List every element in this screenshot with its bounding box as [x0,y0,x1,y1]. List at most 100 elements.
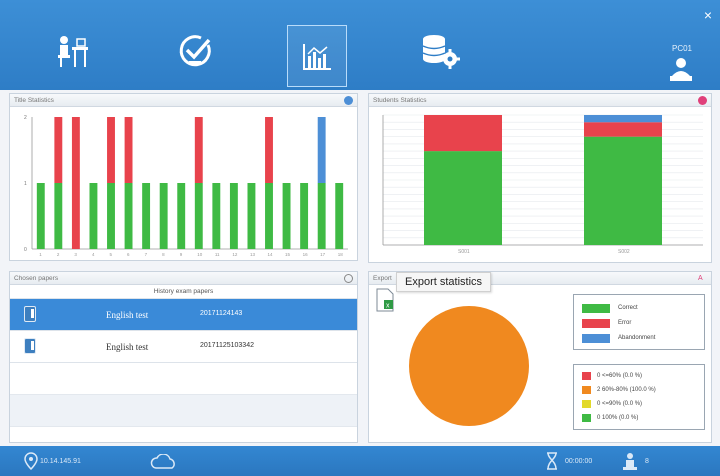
legend-label: Correct [618,305,638,311]
bar-segment [194,183,203,249]
students-statistics-chart: S001 S002 [382,114,703,255]
document-icon [24,306,36,322]
panel-header: Title Statistics [10,94,357,107]
x-tick-label: 12 [232,252,238,257]
x-tick-label: 11 [215,252,220,257]
bar-segment [265,117,273,183]
bar-segment [54,117,63,183]
status-bar: 10.14.145.91 00:00:00 8 [0,446,720,476]
panel-title: Export [373,275,392,282]
legend-item: Correct [582,303,638,313]
bar-chart-icon [303,44,331,70]
legend-swatch [582,303,610,313]
legend-item: 0 <=60% (0.0 %) [582,371,642,381]
bar-segment [424,151,502,245]
database-gear-icon [422,35,460,69]
search-icon[interactable] [344,274,353,283]
bar-segment [335,183,344,249]
legend-swatch [582,400,591,408]
bar-segment [247,183,256,249]
paper-name: English test [106,310,149,320]
tool-classroom[interactable] [42,22,102,80]
export-excel-icon[interactable]: x [375,288,395,312]
top-toolbar: × PC01 [0,0,720,90]
paper-code: 20171124143 [200,310,243,317]
bar-segment [36,183,45,249]
title-statistics-chart: 0121 2 3 4 5 6 7 8 9 10 11 12 13 14 15 16 17 18 [24,115,348,257]
legend-label: Error [618,320,632,326]
pc-label: PC01 [671,44,692,53]
legend-swatch [582,333,610,343]
svg-text:x: x [386,303,390,310]
legend-swatch [582,414,591,422]
y-tick-label: 2 [24,115,27,121]
legend-item: 2 60%-80% (100.0 %) [582,385,656,395]
paper-name: English test [106,342,149,352]
legend-item: 0 <=90% (0.0 %) [582,399,642,409]
document-icon [24,338,36,354]
empty-row [10,363,357,395]
students-statistics-panel: Students Statistics S001 S002 [368,93,712,263]
student-count: 8 [645,458,649,465]
export-pie-chart [409,306,529,426]
bar-segment [584,122,662,137]
x-tick-label: 2 [57,252,60,257]
pie-slice [409,306,529,426]
hourglass-icon [547,452,557,470]
bar-segment [177,183,186,249]
cloud-icon[interactable] [150,454,178,470]
x-tick-label: S002 [618,249,630,255]
x-tick-label: 16 [303,252,309,257]
font-size-icon[interactable]: A [698,274,707,283]
panel-header: Chosen papers [10,272,357,285]
legend-swatch [582,386,591,394]
score-range-legend: 0 <=60% (0.0 %) 2 60%-80% (100.0 %) 0 <=… [573,364,705,430]
location-pin-icon [24,452,38,470]
x-tick-label: 1 [39,252,42,257]
paper-row[interactable]: English test 20171124143 [10,299,357,331]
user-icon[interactable] [698,96,707,105]
close-button[interactable]: × [704,8,712,22]
papers-table-caption: History exam papers [10,285,357,299]
bar-segment [107,117,115,183]
bar-segment [107,183,115,249]
tool-statistics[interactable] [287,25,347,87]
bar-segment [194,117,203,183]
panel-title: Students Statistics [373,97,427,104]
student-pc-icon[interactable] [668,56,694,82]
x-tick-label: 14 [268,252,274,257]
export-tooltip: Export statistics [396,272,492,292]
bar-segment [89,183,98,249]
bar-segment [142,183,151,249]
legend-label: 2 60%-80% (100.0 %) [597,387,656,393]
bar-segment [265,183,273,249]
legend-swatch [582,318,610,328]
x-tick-label: 4 [92,252,95,257]
bar-segment [124,117,133,183]
tool-database-settings[interactable] [410,22,470,80]
x-tick-label: 13 [250,252,256,257]
chosen-papers-panel: Chosen papers History exam papers Englis… [9,271,358,443]
panel-title: Title Statistics [14,97,54,104]
legend-item: Error [582,318,631,328]
bar-segment [584,115,662,123]
tool-check[interactable] [165,22,225,80]
legend-item: Abandonment [582,333,655,343]
x-tick-label: 8 [162,252,165,257]
legend-label: 0 <=90% (0.0 %) [597,401,643,407]
legend-label: 0 100% (0.0 %) [597,415,639,421]
info-icon[interactable] [344,96,353,105]
panel-header: Students Statistics [369,94,711,107]
paper-row[interactable]: English test 20171125103342 [10,331,357,363]
x-tick-label: 7 [145,252,148,257]
teacher-desk-icon [58,36,88,67]
bar-segment [159,183,168,249]
bar-segment [54,183,63,249]
x-tick-label: 10 [197,252,203,257]
answer-legend: Correct Error Abandonment [573,294,705,350]
bar-segment [317,183,326,249]
app-window: × PC01 Title Statistics 0 1 2 1 2 3 4 5 6 7 8 9 10 11… [0,0,720,476]
bar-segment [71,117,80,249]
legend-swatch [582,372,591,380]
bar-segment [229,183,238,249]
